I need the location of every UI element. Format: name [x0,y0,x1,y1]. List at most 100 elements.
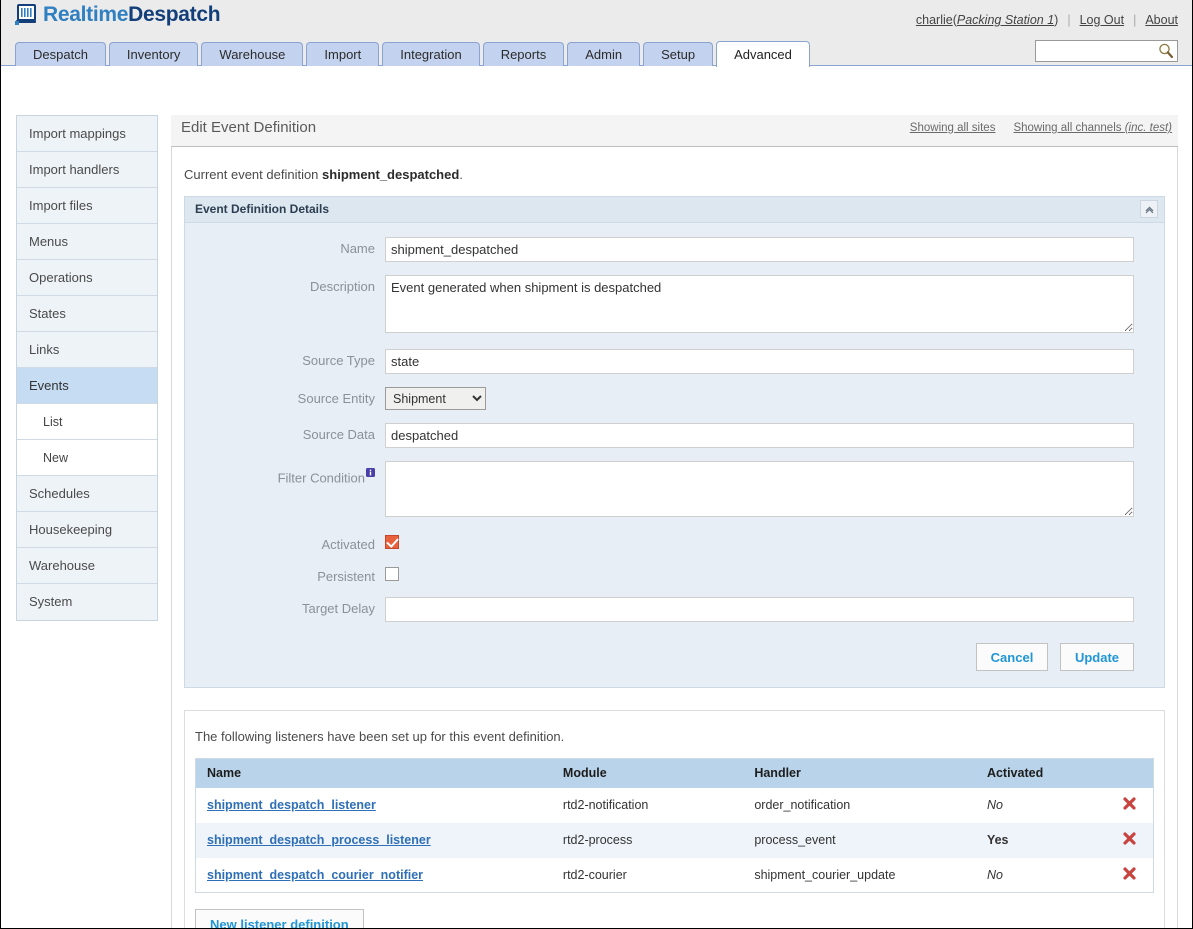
app-title: RealtimeDespatch [43,3,221,27]
station-link[interactable]: Packing Station 1 [957,13,1054,27]
name-label: Name [340,241,375,256]
sidebar-item-import-mappings[interactable]: Import mappings [17,116,157,152]
filter-condition-textarea[interactable] [385,461,1134,517]
sidebar-item-import-files[interactable]: Import files [17,188,157,224]
tab-warehouse[interactable]: Warehouse [201,42,304,66]
table-row: shipment_despatch_listener rtd2-notificat… [195,787,1154,823]
breadcrumb-prefix: Current event definition [184,167,323,182]
main-content: Edit Event Definition Showing all sites S… [171,115,1178,928]
persistent-label: Persistent [317,569,375,584]
sidebar-item-import-handlers[interactable]: Import handlers [17,152,157,188]
target-delay-control [385,597,1164,622]
listener-name-link[interactable]: shipment_despatch_process_listener [207,833,431,847]
tab-list: Despatch Inventory Warehouse Import Integrat… [15,38,1192,67]
cell-handler: shipment_courier_update [754,867,896,882]
name-input[interactable] [385,237,1134,262]
about-link[interactable]: About [1145,13,1178,27]
description-label: Description [309,279,375,294]
sidebar-item-warehouse[interactable]: Warehouse [17,548,157,584]
source-entity-select[interactable]: Shipment [385,387,486,410]
brand-part-1: Realtime [43,3,129,26]
sidebar-item-system[interactable]: System [17,584,157,620]
sidebar-item-list[interactable]: List [17,404,157,440]
delete-x-icon[interactable] [1122,831,1137,846]
tab-despatch[interactable]: Despatch [15,42,106,66]
showing-all-channels-link[interactable]: Showing all channels (inc. test) [1013,122,1172,134]
breadcrumb: Current event definition shipment_despat… [172,147,1177,196]
cell-activated: Yes [986,833,1009,847]
listeners-table-head: Name Module Handler Activated [195,758,1154,788]
source-data-control [385,423,1164,448]
field-row-filter-condition: Filter Condition [185,461,1164,520]
cell-name: shipment_despatch_courier_notifier [196,858,552,893]
table-header-row: Name Module Handler Activated [195,758,1154,788]
sidebar-item-schedules[interactable]: Schedules [17,476,157,512]
cancel-button[interactable]: Cancel [975,643,1049,671]
tab-advanced[interactable]: Advanced [716,41,810,67]
source-data-input[interactable] [385,423,1134,448]
target-delay-input[interactable] [385,597,1134,622]
name-control [385,237,1164,262]
tab-import[interactable]: Import [306,42,380,66]
description-control: Event generated when shipment is despatc… [385,275,1164,336]
column-header-actions [1094,758,1154,788]
content-body: Current event definition shipment_despat… [171,147,1178,928]
listener-name-link[interactable]: shipment_despatch_listener [207,798,376,812]
source-data-label: Source Data [302,427,375,442]
user-bar: charlie(Packing Station 1) | Log Out | About [916,13,1178,27]
update-button[interactable]: Update [1059,643,1134,671]
listener-name-link[interactable]: shipment_despatch_courier_notifier [207,868,423,882]
delete-x-icon[interactable] [1122,866,1137,881]
search-box[interactable] [1035,40,1178,62]
cell-name: shipment_despatch_process_listener [196,823,552,858]
listeners-section: The following listeners have been set up… [184,710,1165,928]
source-entity-control: Shipment [385,387,1164,410]
tab-reports[interactable]: Reports [482,42,565,66]
application-window: RealtimeDespatch charlie(Packing Station… [0,0,1193,929]
source-type-input[interactable] [385,349,1134,374]
showing-all-sites-link[interactable]: Showing all sites [910,122,996,134]
station-close: ) [1054,13,1059,27]
field-row-name: Name [185,237,1164,262]
username-link[interactable]: charlie [916,13,953,27]
description-textarea[interactable]: Event generated when shipment is despatc… [385,275,1134,333]
sidebar-item-menus[interactable]: Menus [17,224,157,260]
listeners-table-body: shipment_despatch_listener rtd2-notificat… [195,787,1154,893]
logout-link[interactable]: Log Out [1080,13,1124,27]
activated-control [385,533,1164,549]
sidebar-item-events[interactable]: Events [17,368,157,404]
field-row-persistent: Persistent [185,565,1164,584]
search-icon[interactable] [1158,43,1174,59]
sidebar-item-links[interactable]: Links [17,332,157,368]
sidebar-item-new[interactable]: New [17,440,157,476]
delete-x-icon[interactable] [1122,796,1137,811]
cell-delete [1094,823,1153,858]
column-header-handler: Handler [743,758,976,788]
column-header-module: Module [551,758,744,788]
tab-inventory[interactable]: Inventory [108,42,199,66]
new-listener-definition-button[interactable]: New listener definition [195,909,364,928]
source-type-label: Source Type [302,353,375,368]
source-type-control [385,349,1164,374]
activated-checkbox[interactable] [385,534,399,549]
tab-integration[interactable]: Integration [382,42,480,66]
info-icon[interactable] [366,465,375,477]
breadcrumb-name: shipment_despatched [322,167,460,182]
tab-setup[interactable]: Setup [643,42,714,66]
panel-body: Name Description Event generated when sh… [185,223,1164,687]
search-input[interactable] [1036,41,1154,61]
filter-condition-label: Filter Condition [185,461,385,485]
chevron-up-icon[interactable] [1140,200,1158,218]
target-delay-label: Target Delay [302,601,375,616]
sidebar-item-operations[interactable]: Operations [17,260,157,296]
sidebar-item-housekeeping[interactable]: Housekeeping [17,512,157,548]
app-logo[interactable]: RealtimeDespatch [15,3,221,27]
field-row-source-data: Source Data [185,423,1164,448]
event-definition-panel: Event Definition Details Name shipment_d… [184,196,1165,688]
showing-channels-label: Showing all channels [1013,122,1122,134]
tab-admin[interactable]: Admin [567,42,641,66]
persistent-checkbox[interactable] [385,566,399,581]
cell-module: rtd2-process [562,833,633,847]
sidebar-item-states[interactable]: States [17,296,157,332]
divider: | [1133,13,1137,27]
